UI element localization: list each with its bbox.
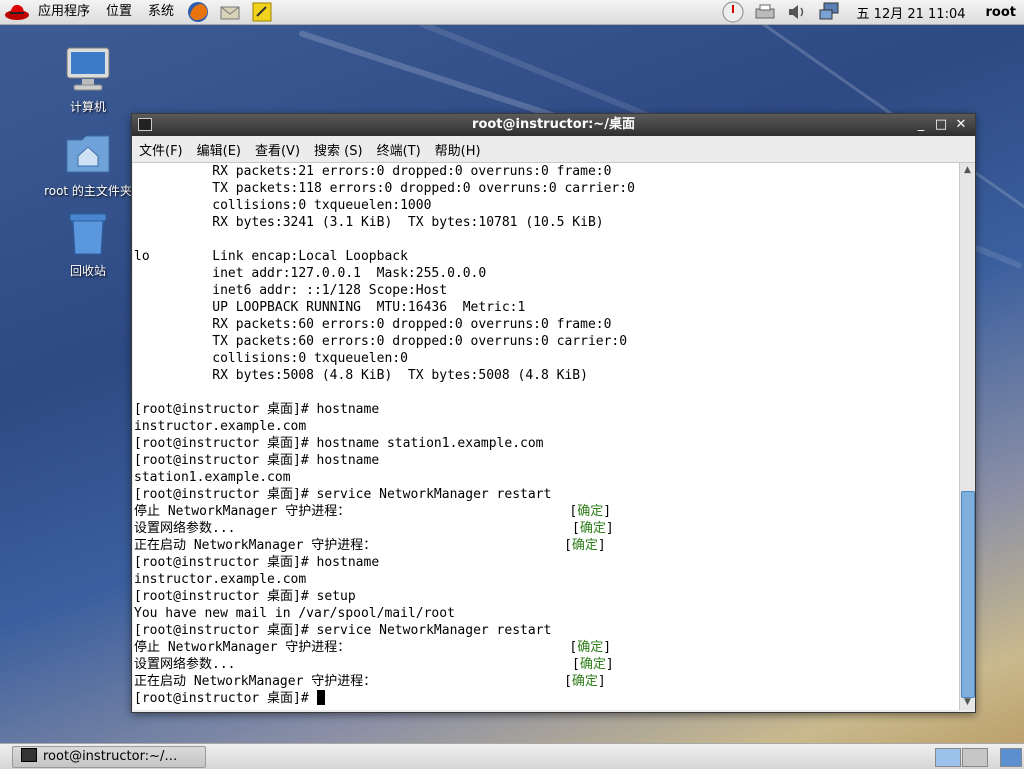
bottom-panel: root@instructor:~/… xyxy=(0,743,1024,769)
trash-icon xyxy=(64,210,112,258)
menu-view[interactable]: 查看(V) xyxy=(248,140,307,159)
menu-search[interactable]: 搜索 (S) xyxy=(307,140,370,159)
desktop-icon-label: root 的主文件夹 xyxy=(40,182,136,199)
terminal-line: lo Link encap:Local Loopback xyxy=(134,248,959,265)
terminal-line: collisions:0 txqueuelen:1000 xyxy=(134,197,959,214)
menu-help[interactable]: 帮助(H) xyxy=(428,140,488,159)
terminal-line: 设置网络参数... [确定] xyxy=(134,520,959,537)
desktop-icon-home[interactable]: root 的主文件夹 xyxy=(40,130,136,199)
terminal-line: TX packets:118 errors:0 dropped:0 overru… xyxy=(134,180,959,197)
close-button[interactable]: ✕ xyxy=(953,117,969,133)
terminal-line: [root@instructor 桌面]# hostname xyxy=(134,401,959,418)
desktop-icon-label: 回收站 xyxy=(40,262,136,279)
mail-client-icon[interactable] xyxy=(219,1,241,23)
computer-icon xyxy=(64,46,112,94)
terminal-line: 正在启动 NetworkManager 守护进程： [确定] xyxy=(134,537,959,554)
user-menu[interactable]: root xyxy=(978,5,1024,20)
terminal-line: RX bytes:5008 (4.8 KiB) TX bytes:5008 (4… xyxy=(134,367,959,384)
terminal-line: [root@instructor 桌面]# service NetworkMan… xyxy=(134,486,959,503)
terminal-line: inet6 addr: ::1/128 Scope:Host xyxy=(134,282,959,299)
applications-menu[interactable]: 应用程序 xyxy=(30,0,98,24)
terminal-line: RX packets:21 errors:0 dropped:0 overrun… xyxy=(134,163,959,180)
terminal-line: instructor.example.com xyxy=(134,571,959,588)
terminal-line: [root@instructor 桌面]# setup xyxy=(134,588,959,605)
terminal-line: [root@instructor 桌面]# service NetworkMan… xyxy=(134,622,959,639)
terminal-line: 停止 NetworkManager 守护进程： [确定] xyxy=(134,503,959,520)
terminal-line: instructor.example.com xyxy=(134,418,959,435)
menu-terminal[interactable]: 终端(T) xyxy=(370,140,428,159)
places-menu[interactable]: 位置 xyxy=(98,0,140,24)
terminal-line: 正在启动 NetworkManager 守护进程： [确定] xyxy=(134,673,959,690)
scroll-down-arrow-icon[interactable]: ▼ xyxy=(960,695,975,710)
clock[interactable]: 五 12月 21 11:04 xyxy=(845,3,978,22)
volume-icon[interactable] xyxy=(786,1,808,23)
desktop-icon-trash[interactable]: 回收站 xyxy=(40,210,136,279)
terminal-output[interactable]: RX packets:21 errors:0 dropped:0 overrun… xyxy=(133,163,959,710)
taskbar-terminal-button[interactable]: root@instructor:~/… xyxy=(12,746,206,768)
workspace-1[interactable] xyxy=(935,748,961,767)
network-status-icon[interactable] xyxy=(818,1,840,23)
terminal-line: [root@instructor 桌面]# hostname xyxy=(134,452,959,469)
update-notifier-icon[interactable] xyxy=(722,1,744,23)
text-cursor xyxy=(317,690,325,705)
terminal-task-icon xyxy=(21,748,37,762)
minimize-button[interactable]: _ xyxy=(913,117,929,133)
vertical-scrollbar[interactable]: ▲ ▼ xyxy=(959,163,975,710)
terminal-line: RX packets:60 errors:0 dropped:0 overrun… xyxy=(134,316,959,333)
terminal-line: [root@instructor 桌面]# hostname xyxy=(134,554,959,571)
system-tray: 五 12月 21 11:04 root xyxy=(717,0,1024,24)
terminal-line: RX bytes:3241 (3.1 KiB) TX bytes:10781 (… xyxy=(134,214,959,231)
top-panel: 应用程序 位置 系统 五 12月 21 11:04 root xyxy=(0,0,1024,25)
network-printer-icon[interactable] xyxy=(754,1,776,23)
firefox-icon[interactable] xyxy=(187,1,209,23)
terminal-line: 停止 NetworkManager 守护进程： [确定] xyxy=(134,639,959,656)
menu-edit[interactable]: 编辑(E) xyxy=(190,140,248,159)
terminal-prompt: [root@instructor 桌面]# xyxy=(134,691,317,706)
system-menu[interactable]: 系统 xyxy=(140,0,182,24)
maximize-button[interactable]: □ xyxy=(933,117,949,133)
terminal-window: root@instructor:~/桌面 _ □ ✕ 文件(F) 编辑(E) 查… xyxy=(131,113,976,713)
scrollbar-thumb[interactable] xyxy=(961,491,975,698)
terminal-line: station1.example.com xyxy=(134,469,959,486)
terminal-line: inet addr:127.0.0.1 Mask:255.0.0.0 xyxy=(134,265,959,282)
window-menubar: 文件(F) 编辑(E) 查看(V) 搜索 (S) 终端(T) 帮助(H) xyxy=(132,136,975,163)
window-titlebar[interactable]: root@instructor:~/桌面 _ □ ✕ xyxy=(132,114,975,136)
scroll-up-arrow-icon[interactable]: ▲ xyxy=(960,163,975,178)
terminal-line: You have new mail in /var/spool/mail/roo… xyxy=(134,605,959,622)
terminal-line: 设置网络参数... [确定] xyxy=(134,656,959,673)
workspace-2[interactable] xyxy=(962,748,988,767)
terminal-line: collisions:0 txqueuelen:0 xyxy=(134,350,959,367)
show-desktop-icon[interactable] xyxy=(1000,748,1022,767)
menu-file[interactable]: 文件(F) xyxy=(132,140,190,159)
home-folder-icon xyxy=(64,130,112,178)
terminal-line: TX packets:60 errors:0 dropped:0 overrun… xyxy=(134,333,959,350)
terminal-line: UP LOOPBACK RUNNING MTU:16436 Metric:1 xyxy=(134,299,959,316)
taskbar-label: root@instructor:~/… xyxy=(43,749,177,764)
notes-editor-icon[interactable] xyxy=(251,1,273,23)
window-title: root@instructor:~/桌面 xyxy=(132,114,975,136)
terminal-line: [root@instructor 桌面]# hostname station1.… xyxy=(134,435,959,452)
redhat-logo-icon[interactable] xyxy=(4,1,30,23)
terminal-line xyxy=(134,231,959,248)
desktop-icon-label: 计算机 xyxy=(40,98,136,115)
desktop-icon-computer[interactable]: 计算机 xyxy=(40,46,136,115)
terminal-line xyxy=(134,384,959,401)
